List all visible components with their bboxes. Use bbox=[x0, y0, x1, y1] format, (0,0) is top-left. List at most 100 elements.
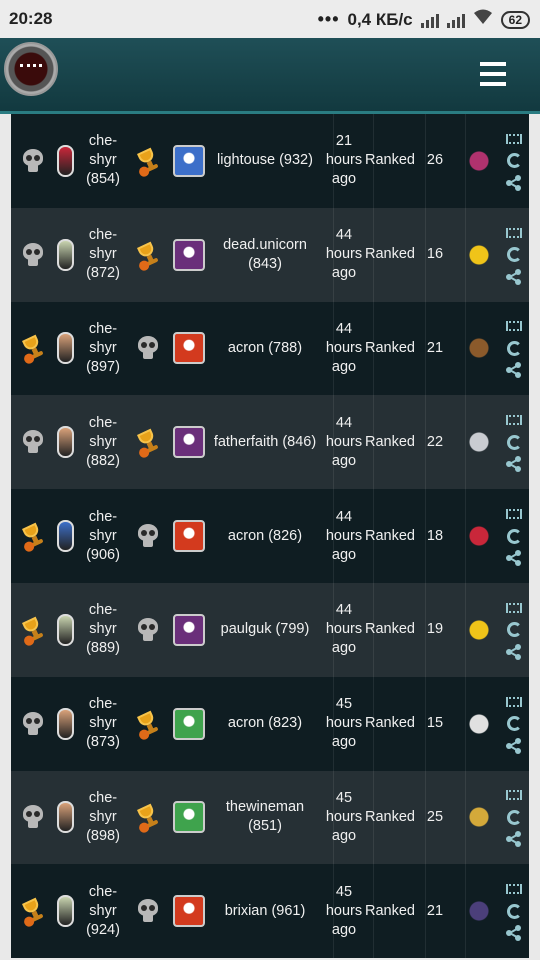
player1-name[interactable]: che-shyr (854) bbox=[79, 114, 127, 208]
game-time: 44 hours ago bbox=[325, 227, 363, 282]
app-logo-icon[interactable] bbox=[4, 42, 58, 96]
player1-name[interactable]: che-shyr (889) bbox=[79, 583, 127, 677]
player1-hero bbox=[51, 302, 79, 396]
game-row[interactable]: che-shyr (873) acron (823) 45 hours ago R… bbox=[11, 676, 529, 771]
hamburger-menu-icon[interactable] bbox=[480, 62, 506, 86]
player1-skull-icon bbox=[22, 148, 44, 173]
player2-trophy-icon bbox=[131, 425, 166, 460]
turn-count: 16 bbox=[426, 246, 444, 263]
share-icon[interactable] bbox=[505, 362, 523, 379]
player1-hero bbox=[51, 114, 79, 208]
player1-hero-icon bbox=[56, 238, 74, 271]
replay-icon[interactable] bbox=[505, 622, 523, 638]
player1-hero bbox=[51, 583, 79, 677]
share-icon[interactable] bbox=[505, 925, 523, 942]
player2-result bbox=[131, 395, 165, 489]
player1-hero bbox=[51, 677, 79, 771]
player2-avatar bbox=[171, 395, 207, 489]
player1-hero-icon bbox=[56, 332, 74, 365]
share-icon[interactable] bbox=[505, 737, 523, 754]
player1-username: che-shyr bbox=[88, 414, 118, 450]
player2-name[interactable]: acron (823) bbox=[207, 677, 323, 771]
player2-name[interactable]: brixian (961) bbox=[207, 864, 323, 958]
battle-icon[interactable] bbox=[505, 506, 523, 522]
featured-card[interactable] bbox=[459, 114, 499, 208]
game-row[interactable]: che-shyr (906) acron (826) 44 hours ago R… bbox=[11, 489, 529, 583]
featured-card[interactable] bbox=[459, 208, 499, 302]
featured-card[interactable] bbox=[459, 864, 499, 958]
player1-name[interactable]: che-shyr (882) bbox=[79, 395, 127, 489]
game-row[interactable]: che-shyr (897) acron (788) 44 hours ago R… bbox=[11, 301, 529, 396]
player2-result bbox=[131, 864, 165, 958]
share-icon[interactable] bbox=[505, 550, 523, 567]
battle-icon[interactable] bbox=[505, 131, 523, 147]
player2-name[interactable]: acron (788) bbox=[207, 302, 323, 396]
share-icon[interactable] bbox=[505, 174, 523, 191]
replay-icon[interactable] bbox=[505, 809, 523, 825]
featured-card[interactable] bbox=[459, 771, 499, 865]
player1-name[interactable]: che-shyr (873) bbox=[79, 677, 127, 771]
player2-avatar bbox=[171, 114, 207, 208]
replay-icon[interactable] bbox=[505, 716, 523, 732]
game-history-list: che-shyr (854) lightouse (932) 21 hours a… bbox=[11, 114, 529, 960]
player2-name[interactable]: dead.unicorn (843) bbox=[207, 208, 323, 302]
game-time: 44 hours ago bbox=[325, 508, 363, 563]
player1-result bbox=[17, 395, 49, 489]
player2-name[interactable]: fatherfaith (846) bbox=[207, 395, 323, 489]
featured-card[interactable] bbox=[459, 677, 499, 771]
featured-card[interactable] bbox=[459, 395, 499, 489]
player2-name[interactable]: lightouse (932) bbox=[207, 114, 323, 208]
battle-icon[interactable] bbox=[505, 600, 523, 616]
player1-rating: (897) bbox=[86, 358, 120, 375]
card-art-icon bbox=[464, 522, 494, 551]
player2-result bbox=[131, 302, 165, 396]
game-row[interactable]: che-shyr (924) brixian (961) 45 hours ago… bbox=[11, 864, 529, 959]
battle-icon[interactable] bbox=[505, 881, 523, 897]
player2-avatar-icon bbox=[173, 426, 205, 459]
player1-result bbox=[17, 677, 49, 771]
battle-icon[interactable] bbox=[505, 787, 523, 803]
battle-icon[interactable] bbox=[505, 412, 523, 428]
player2-name[interactable]: paulguk (799) bbox=[207, 583, 323, 677]
player2-name[interactable]: thewineman (851) bbox=[207, 771, 323, 865]
featured-card[interactable] bbox=[459, 583, 499, 677]
player2-avatar bbox=[171, 677, 207, 771]
replay-icon[interactable] bbox=[505, 528, 523, 544]
row-actions bbox=[501, 864, 527, 958]
player1-name[interactable]: che-shyr (924) bbox=[79, 864, 127, 958]
player1-hero-icon bbox=[56, 426, 74, 459]
game-row[interactable]: che-shyr (872) dead.unicorn (843) 44 hour… bbox=[11, 207, 529, 302]
featured-card[interactable] bbox=[459, 489, 499, 583]
game-row[interactable]: che-shyr (889) paulguk (799) 44 hours ago… bbox=[11, 582, 529, 677]
share-icon[interactable] bbox=[505, 268, 523, 285]
game-row[interactable]: che-shyr (898) thewineman (851) 45 hours … bbox=[11, 770, 529, 865]
player1-name[interactable]: che-shyr (898) bbox=[79, 771, 127, 865]
replay-icon[interactable] bbox=[505, 247, 523, 263]
replay-icon[interactable] bbox=[505, 903, 523, 919]
game-row[interactable]: che-shyr (882) fatherfaith (846) 44 hours… bbox=[11, 395, 529, 490]
player1-name[interactable]: che-shyr (872) bbox=[79, 208, 127, 302]
featured-card[interactable] bbox=[459, 302, 499, 396]
player1-username: che-shyr bbox=[88, 320, 118, 356]
replay-icon[interactable] bbox=[505, 434, 523, 450]
game-time: 45 hours ago bbox=[325, 789, 363, 844]
player1-name[interactable]: che-shyr (906) bbox=[79, 489, 127, 583]
game-time: 45 hours ago bbox=[325, 883, 363, 938]
status-right: ••• 0,4 КБ/с 62 bbox=[318, 9, 530, 30]
game-mode: Ranked bbox=[365, 339, 415, 356]
player2-skull-icon bbox=[137, 336, 159, 360]
share-icon[interactable] bbox=[505, 456, 523, 473]
battle-icon[interactable] bbox=[505, 318, 523, 334]
player1-hero-icon bbox=[56, 707, 74, 740]
share-icon[interactable] bbox=[505, 643, 523, 660]
player2-name[interactable]: acron (826) bbox=[207, 489, 323, 583]
game-time: 44 hours ago bbox=[325, 320, 363, 375]
replay-icon[interactable] bbox=[505, 153, 523, 169]
battle-icon[interactable] bbox=[505, 694, 523, 710]
share-icon[interactable] bbox=[505, 831, 523, 848]
replay-icon[interactable] bbox=[505, 340, 523, 356]
battle-icon[interactable] bbox=[505, 225, 523, 241]
game-mode: Ranked bbox=[365, 527, 415, 544]
player1-name[interactable]: che-shyr (897) bbox=[79, 302, 127, 396]
game-row[interactable]: che-shyr (854) lightouse (932) 21 hours a… bbox=[11, 114, 529, 208]
